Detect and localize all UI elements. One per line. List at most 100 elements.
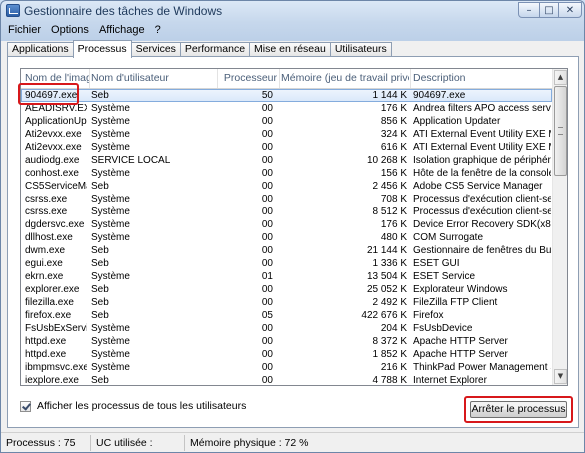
menu-help[interactable]: ? xyxy=(150,24,166,36)
column-header-cpu[interactable]: Processeur xyxy=(219,69,277,88)
process-name: explorer.exe xyxy=(25,284,80,296)
menu-affichage[interactable]: Affichage xyxy=(94,24,150,36)
process-memory: 422 676 K xyxy=(361,309,407,321)
process-list[interactable]: Nom de l'image Nom d'utilisateur Process… xyxy=(20,68,568,386)
process-description: FsUsbDevice xyxy=(413,322,473,334)
tab-applications[interactable]: Applications xyxy=(7,42,74,57)
process-user: Seb xyxy=(91,90,109,101)
process-cpu: 00 xyxy=(261,284,273,296)
column-divider[interactable] xyxy=(279,69,280,88)
column-header-name[interactable]: Nom de l'image xyxy=(25,69,89,88)
process-description: ThinkPad Power Management Service xyxy=(413,361,551,373)
process-user: SERVICE LOCAL xyxy=(91,154,171,166)
process-description: Explorateur Windows xyxy=(413,284,508,296)
process-row[interactable]: dgdersvc.exe Système 00 176 K Device Error R… xyxy=(21,218,552,231)
process-user: Système xyxy=(91,193,130,205)
status-process-count: Processus : 75 xyxy=(1,435,91,451)
title-bar[interactable]: Gestionnaire des tâches de Windows – □ ✕ xyxy=(1,1,584,21)
process-user: Système xyxy=(91,348,130,360)
show-all-users-option[interactable]: Afficher les processus de tous les utili… xyxy=(20,400,246,412)
process-user: Seb xyxy=(91,245,109,257)
show-all-users-checkbox[interactable] xyxy=(20,400,31,412)
process-row[interactable]: Ati2evxx.exe Système 00 324 K ATI External E… xyxy=(21,128,552,141)
process-cpu: 00 xyxy=(261,193,273,205)
process-row[interactable]: conhost.exe Système 00 156 K Hôte de la fenê… xyxy=(21,167,552,180)
process-row[interactable]: csrss.exe Système 00 8 512 K Processus d'exé… xyxy=(21,205,552,218)
menu-options[interactable]: Options xyxy=(46,24,94,36)
process-row[interactable]: ekrn.exe Système 01 13 504 K ESET Service xyxy=(21,270,552,283)
process-row[interactable]: explorer.exe Seb 00 25 052 K Explorateur Win… xyxy=(21,283,552,296)
process-user: Système xyxy=(91,335,130,347)
vertical-scrollbar[interactable]: ▲ ▼ xyxy=(552,69,567,385)
process-row[interactable]: dllhost.exe Système 00 480 K COM Surrogate xyxy=(21,231,552,244)
end-process-highlight: Arrêter le processus xyxy=(464,396,573,423)
process-description: 904697.exe xyxy=(413,90,466,101)
process-description: Gestionnaire de fenêtres du Bureau xyxy=(413,245,551,257)
process-name: FsUsbExServi... xyxy=(25,322,87,334)
process-user: Seb xyxy=(91,258,109,270)
process-memory: 176 K xyxy=(380,219,407,231)
process-memory: 13 504 K xyxy=(366,271,407,283)
maximize-button[interactable]: □ xyxy=(539,2,559,18)
process-cpu: 00 xyxy=(261,374,273,386)
process-cpu: 00 xyxy=(261,335,273,347)
process-row[interactable]: 904697.exe Seb 50 1 144 K 904697.exe xyxy=(21,89,552,102)
process-row[interactable]: AEADISRV.EXE Système 00 176 K Andrea filters… xyxy=(21,102,552,115)
column-header-memory[interactable]: Mémoire (jeu de travail privé) xyxy=(281,69,409,88)
process-cpu: 00 xyxy=(261,245,273,257)
status-bar: Processus : 75 UC utilisée : 100% Mémoir… xyxy=(1,432,584,452)
column-header-user[interactable]: Nom d'utilisateur xyxy=(91,69,211,88)
process-row[interactable]: FsUsbExServi... Système 00 204 K FsUsbDevice xyxy=(21,322,552,335)
scroll-down-arrow-icon[interactable]: ▼ xyxy=(554,369,567,384)
tab-mise-en-reseau[interactable]: Mise en réseau xyxy=(249,42,331,57)
process-memory: 176 K xyxy=(380,102,407,114)
menu-fichier[interactable]: Fichier xyxy=(1,24,46,36)
scroll-up-arrow-icon[interactable]: ▲ xyxy=(554,70,567,85)
process-row[interactable]: httpd.exe Système 00 1 852 K Apache HTTP Ser… xyxy=(21,348,552,361)
process-memory: 10 268 K xyxy=(366,154,407,166)
process-row[interactable]: csrss.exe Système 00 708 K Processus d'exécu… xyxy=(21,193,552,206)
process-user: Système xyxy=(91,115,130,127)
process-row[interactable]: audiodg.exe SERVICE LOCAL 00 10 268 K Isolat… xyxy=(21,154,552,167)
tab-performance[interactable]: Performance xyxy=(179,42,251,57)
scroll-thumb[interactable] xyxy=(554,86,567,176)
process-description: Andrea filters APO access service (32-bi xyxy=(413,102,551,114)
process-name: conhost.exe xyxy=(25,167,79,179)
process-row[interactable]: ibmpmsvc.exe Système 00 216 K ThinkPad Power… xyxy=(21,361,552,374)
process-cpu: 00 xyxy=(261,232,273,244)
process-row[interactable]: filezilla.exe Seb 00 2 492 K FileZilla FTP C… xyxy=(21,296,552,309)
process-row[interactable]: egui.exe Seb 00 1 336 K ESET GUI xyxy=(21,257,552,270)
process-row[interactable]: CS5ServiceMa... Seb 00 2 456 K Adobe CS5 Ser… xyxy=(21,180,552,193)
column-divider[interactable] xyxy=(217,69,218,88)
process-row[interactable]: dwm.exe Seb 00 21 144 K Gestionnaire de fenê… xyxy=(21,244,552,257)
process-row[interactable]: iexplore.exe Seb 00 4 788 K Internet Explore… xyxy=(21,374,552,386)
process-cpu: 00 xyxy=(261,348,273,360)
process-user: Système xyxy=(91,232,130,244)
process-row[interactable]: firefox.exe Seb 05 422 676 K Firefox xyxy=(21,309,552,322)
process-memory: 708 K xyxy=(380,193,407,205)
tab-utilisateurs[interactable]: Utilisateurs xyxy=(329,42,392,57)
column-divider[interactable] xyxy=(410,69,411,88)
process-description: Device Error Recovery SDK(x86) xyxy=(413,219,551,231)
process-memory: 8 372 K xyxy=(372,335,407,347)
end-process-button[interactable]: Arrêter le processus xyxy=(470,401,567,418)
process-row[interactable]: Ati2evxx.exe Système 00 616 K ATI External E… xyxy=(21,141,552,154)
tab-processus[interactable]: Processus xyxy=(72,40,132,58)
process-memory: 480 K xyxy=(380,232,407,244)
minimize-button[interactable]: – xyxy=(518,2,540,18)
process-name: filezilla.exe xyxy=(25,297,74,308)
process-description: Isolation graphique de périphérique aud xyxy=(413,154,551,166)
process-user: Système xyxy=(91,206,130,218)
process-memory: 21 144 K xyxy=(366,245,407,257)
process-row[interactable]: httpd.exe Système 00 8 372 K Apache HTTP Ser… xyxy=(21,335,552,348)
process-rows: 904697.exe Seb 50 1 144 K 904697.exe AEADISRV… xyxy=(21,89,552,386)
close-button[interactable]: ✕ xyxy=(558,2,582,18)
process-cpu: 00 xyxy=(261,297,273,308)
status-physical-memory: Mémoire physique : 72 % xyxy=(190,437,309,449)
column-header-description[interactable]: Description xyxy=(413,69,551,88)
tab-services[interactable]: Services xyxy=(130,42,181,57)
process-description: Processus d'exécution client-serveur xyxy=(413,193,551,205)
process-row[interactable]: ApplicationUp... Système 00 856 K Applicatio… xyxy=(21,115,552,128)
process-description: ATI External Event Utility EXE Module xyxy=(413,141,551,153)
column-divider[interactable] xyxy=(89,69,90,88)
